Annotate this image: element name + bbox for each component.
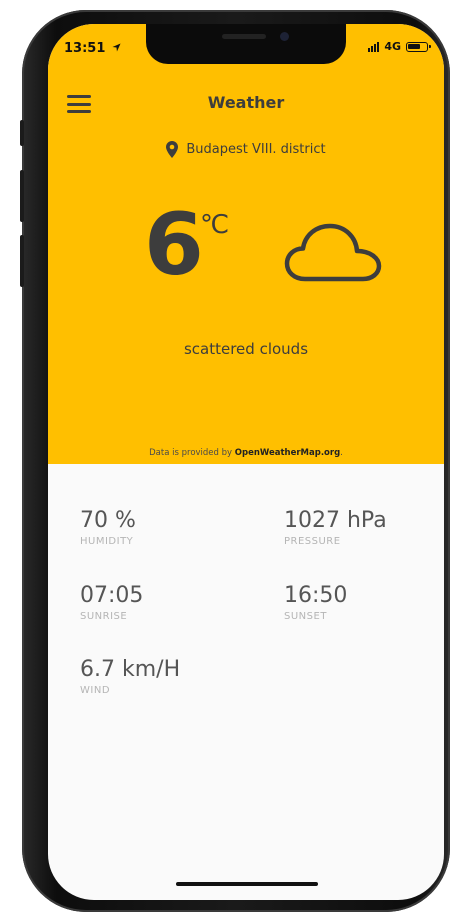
pressure-stat: 1027 hPa PRESSURE (284, 508, 387, 547)
wind-stat: 6.7 km/H WIND (80, 657, 180, 696)
earpiece (222, 34, 266, 39)
volume-up-button (20, 170, 24, 222)
temperature-value: 6 (144, 195, 204, 295)
status-time: 13:51 (64, 41, 121, 56)
attribution-link[interactable]: OpenWeatherMap.org (235, 448, 340, 458)
phone-screen: 13:51 4G Weather Budapest VIII. district… (48, 24, 444, 900)
sunrise-value: 07:05 (80, 583, 144, 608)
page-title: Weather (207, 93, 285, 112)
wind-value: 6.7 km/H (80, 657, 181, 682)
attribution: Data is provided by OpenWeatherMap.org. (48, 448, 444, 458)
wind-label: WIND (80, 685, 111, 696)
sunset-stat: 16:50 SUNSET (284, 583, 347, 622)
weather-description: scattered clouds (183, 340, 309, 358)
location-row: Budapest VIII. district (48, 141, 444, 158)
sunrise-stat: 07:05 SUNRISE (80, 583, 143, 622)
location-pin-icon (166, 141, 179, 158)
humidity-stat: 70 % HUMIDITY (80, 508, 136, 547)
home-indicator[interactable] (176, 882, 318, 886)
location-name: Budapest VIII. district (186, 142, 326, 157)
attribution-prefix: Data is provided by (149, 448, 235, 458)
battery-icon (406, 41, 431, 52)
status-indicators: 4G (368, 40, 431, 53)
location-arrow-icon (112, 43, 121, 52)
sunrise-label: SUNRISE (80, 611, 128, 622)
attribution-suffix: . (340, 448, 343, 458)
temperature-unit: ℃ (200, 210, 230, 240)
humidity-value: 70 % (80, 508, 136, 533)
weather-header-panel (48, 24, 444, 464)
notch (146, 24, 346, 64)
volume-down-button (20, 235, 24, 287)
pressure-label: PRESSURE (284, 536, 341, 547)
sunset-label: SUNSET (284, 611, 327, 622)
cloud-icon (284, 223, 382, 282)
humidity-label: HUMIDITY (80, 536, 134, 547)
sunset-value: 16:50 (284, 583, 348, 608)
network-type: 4G (384, 40, 401, 53)
pressure-value: 1027 hPa (284, 508, 387, 533)
front-camera (280, 32, 289, 41)
silent-switch (20, 120, 24, 146)
signal-icon (368, 41, 380, 52)
